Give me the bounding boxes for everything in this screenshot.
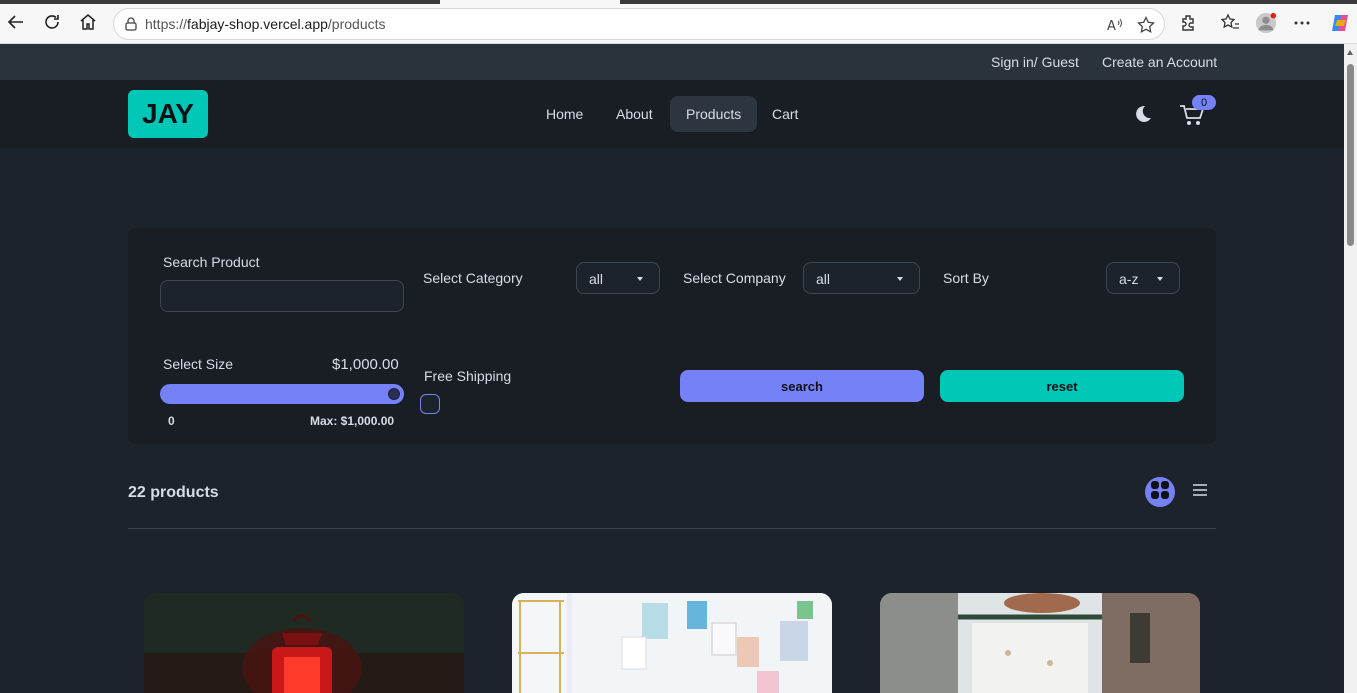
chevron-down-icon [897,277,903,281]
list-icon [1192,483,1208,502]
page-scrollbar[interactable] [1344,44,1357,693]
top-bar: Sign in/ Guest Create an Account [0,44,1344,80]
read-aloud-icon[interactable]: A [1106,16,1124,34]
navbar: JAY Home About Products Cart 0 [0,80,1344,148]
size-label: Select Size [163,356,234,372]
home-icon[interactable] [76,10,100,34]
svg-text:A: A [1107,19,1116,34]
signin-link[interactable]: Sign in/ Guest [991,54,1079,70]
chevron-down-icon [637,277,643,281]
back-icon[interactable] [4,10,28,34]
scroll-up-arrow-icon[interactable] [1347,50,1353,55]
free-shipping-checkbox[interactable] [420,394,440,414]
price-range-thumb[interactable] [385,385,403,403]
profile-avatar-icon[interactable] [1255,12,1277,34]
favorites-icon[interactable] [1219,12,1241,34]
divider [128,528,1216,529]
product-card-board[interactable] [512,593,832,693]
nav-about[interactable]: About [600,96,669,132]
inactive-tab-strip-right[interactable] [620,0,1357,4]
category-select[interactable]: all [576,262,660,294]
reset-button[interactable]: reset [940,370,1184,402]
scrollbar-thumb[interactable] [1347,64,1354,246]
product-card-cafe[interactable] [880,593,1200,693]
create-account-link[interactable]: Create an Account [1102,54,1217,70]
product-image-cafe [880,593,1200,693]
category-label: Select Category [423,270,523,286]
lock-icon[interactable] [124,17,138,36]
nav-home[interactable]: Home [530,96,599,132]
inactive-tab-strip[interactable] [0,0,440,4]
category-value: all [589,271,604,287]
price-value: $1,000.00 [332,356,399,373]
range-min-label: 0 [168,414,175,428]
search-button[interactable]: search [680,370,924,402]
price-range-slider[interactable] [160,384,404,404]
free-shipping-label: Free Shipping [424,368,512,384]
list-view-button[interactable] [1190,482,1210,502]
page: Sign in/ Guest Create an Account JAY Hom… [0,44,1344,693]
filters-panel: Search Product Select Category all Selec… [128,228,1216,444]
grid-view-button[interactable] [1145,477,1175,507]
favorite-star-icon[interactable] [1137,15,1155,34]
extensions-icon[interactable] [1178,12,1200,34]
products-count: 22 products [128,484,219,501]
company-value: all [816,271,831,287]
product-image-lamp [144,593,464,693]
cart-count-badge: 0 [1192,95,1216,110]
address-bar[interactable]: https://fabjay-shop.vercel.app/products … [113,8,1165,40]
nav-cart[interactable]: Cart [756,96,814,132]
sort-select[interactable]: a-z [1106,262,1180,294]
company-select[interactable]: all [803,262,920,294]
grid-icon [1150,480,1170,505]
sort-label: Sort By [943,270,989,286]
chevron-down-icon [1157,277,1163,281]
logo[interactable]: JAY [128,90,208,138]
refresh-icon[interactable] [40,10,64,34]
sort-value: a-z [1119,271,1139,287]
browser-toolbar: https://fabjay-shop.vercel.app/products … [0,0,1357,44]
nav-products[interactable]: Products [670,96,758,132]
company-label: Select Company [683,270,786,286]
product-card-lamp[interactable] [144,593,464,693]
url-text: https://fabjay-shop.vercel.app/products [145,16,386,32]
product-image-board [512,593,832,693]
search-product-input[interactable] [160,280,404,312]
copilot-icon[interactable] [1329,12,1351,34]
search-product-label: Search Product [163,254,260,270]
moon-icon[interactable] [1133,104,1153,124]
range-max-label: Max: $1,000.00 [310,414,395,428]
more-options-icon[interactable] [1291,12,1313,34]
